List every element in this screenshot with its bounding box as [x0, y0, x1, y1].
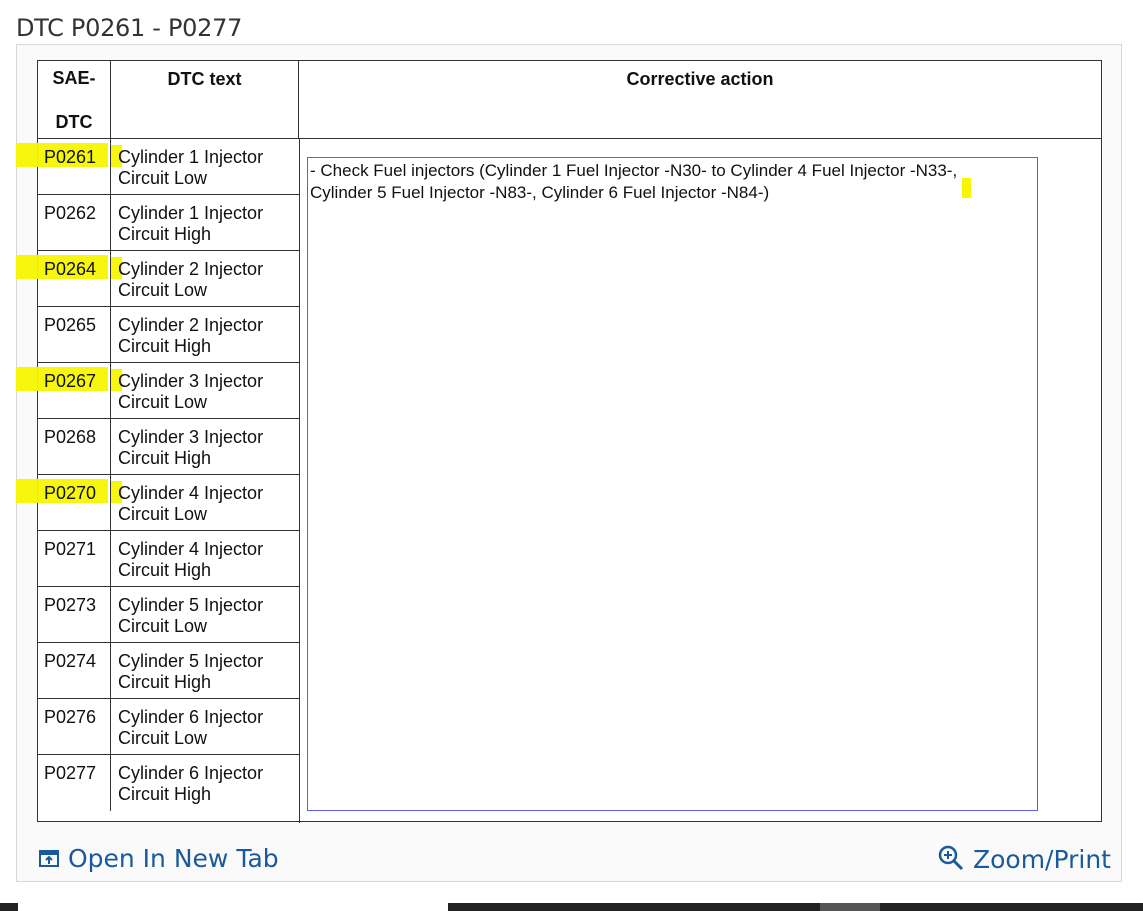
zoom-in-icon [937, 844, 965, 878]
table-row: P0276 Cylinder 6 Injector Circuit Low [38, 699, 299, 755]
table-row: P0270 Cylinder 4 Injector Circuit Low [16, 475, 299, 531]
table-row: P0274 Cylinder 5 Injector Circuit High [38, 643, 299, 699]
dtc-description-line1: Cylinder 3 Injector [118, 427, 264, 447]
open-in-new-tab-label: Open In New Tab [67, 844, 279, 873]
dtc-description-line2: Circuit Low [118, 616, 208, 636]
dtc-description-line2: Circuit High [118, 336, 212, 356]
header-corrective-action: Corrective action [299, 61, 1101, 139]
dtc-description-line2: Circuit Low [118, 728, 208, 748]
open-in-new-tab-icon [38, 846, 60, 875]
table-row: P0262 Cylinder 1 Injector Circuit High [38, 195, 299, 251]
dtc-description: Cylinder 2 Injector Circuit High [111, 307, 299, 357]
dtc-description: Cylinder 4 Injector Circuit Low [111, 475, 299, 525]
table-row: P0261 Cylinder 1 Injector Circuit Low [16, 139, 299, 195]
dtc-code: P0264 [38, 251, 111, 306]
dtc-description-line2: Circuit High [118, 224, 212, 244]
dtc-code: P0261 [38, 139, 111, 194]
dtc-code: P0276 [38, 699, 111, 754]
highlight-mark [962, 178, 971, 198]
dtc-description-line1: Cylinder 4 Injector [118, 539, 264, 559]
zoom-print-label: Zoom/Print [972, 845, 1111, 874]
dtc-description-line1: Cylinder 1 Injector [118, 203, 264, 223]
dtc-description-line1: Cylinder 6 Injector [118, 763, 264, 783]
dtc-description-line1: Cylinder 6 Injector [118, 707, 264, 727]
dtc-description: Cylinder 3 Injector Circuit Low [111, 363, 299, 413]
dtc-description-line2: Circuit Low [118, 168, 208, 188]
corrective-action-line1: - Check Fuel injectors (Cylinder 1 Fuel … [310, 161, 958, 180]
dtc-description-line2: Circuit Low [118, 392, 208, 412]
open-in-new-tab-link[interactable]: Open In New Tab [38, 844, 279, 875]
dtc-description-line1: Cylinder 5 Injector [118, 595, 264, 615]
corrective-action-line2: Cylinder 5 Fuel Injector -N83-, Cylinder… [310, 183, 770, 202]
table-row: P0268 Cylinder 3 Injector Circuit High [38, 419, 299, 475]
dtc-description-line1: Cylinder 2 Injector [118, 315, 264, 335]
table-row: P0273 Cylinder 5 Injector Circuit Low [38, 587, 299, 643]
corrective-action-text: - Check Fuel injectors (Cylinder 1 Fuel … [307, 157, 1038, 811]
dtc-code: P0277 [38, 755, 111, 811]
dtc-description: Cylinder 4 Injector Circuit High [111, 531, 299, 581]
dtc-description: Cylinder 2 Injector Circuit Low [111, 251, 299, 301]
dtc-code: P0273 [38, 587, 111, 642]
dtc-description: Cylinder 6 Injector Circuit Low [111, 699, 299, 749]
dtc-code: P0262 [38, 195, 111, 250]
dtc-description-line2: Circuit Low [118, 280, 208, 300]
dtc-code: P0267 [38, 363, 111, 418]
table-row: P0265 Cylinder 2 Injector Circuit High [38, 307, 299, 363]
dtc-code: P0274 [38, 643, 111, 698]
page-title: DTC P0261 - P0277 [16, 14, 243, 42]
horizontal-scrollbar[interactable] [0, 903, 1143, 911]
table-row: P0271 Cylinder 4 Injector Circuit High [38, 531, 299, 587]
header-sae-line1: SAE- [52, 68, 96, 88]
header-dtc-text: DTC text [111, 61, 299, 139]
dtc-description-line1: Cylinder 4 Injector [118, 483, 264, 503]
dtc-description-line2: Circuit Low [118, 504, 208, 524]
dtc-code: P0268 [38, 419, 111, 474]
dtc-description-line1: Cylinder 5 Injector [118, 651, 264, 671]
dtc-description: Cylinder 5 Injector Circuit Low [111, 587, 299, 637]
header-sae-dtc: SAE- DTC [38, 61, 111, 139]
dtc-description-line2: Circuit High [118, 672, 212, 692]
table-row: P0267 Cylinder 3 Injector Circuit Low [16, 363, 299, 419]
dtc-code: P0270 [38, 475, 111, 530]
dtc-description: Cylinder 6 Injector Circuit High [111, 755, 299, 805]
dtc-description-line1: Cylinder 2 Injector [118, 259, 264, 279]
dtc-description: Cylinder 1 Injector Circuit High [111, 195, 299, 245]
dtc-code: P0271 [38, 531, 111, 586]
dtc-description-line2: Circuit High [118, 560, 212, 580]
zoom-print-link[interactable]: Zoom/Print [937, 844, 1111, 878]
dtc-description-line2: Circuit High [118, 448, 212, 468]
dtc-description-line1: Cylinder 1 Injector [118, 147, 264, 167]
dtc-description: Cylinder 3 Injector Circuit High [111, 419, 299, 469]
dtc-description: Cylinder 1 Injector Circuit Low [111, 139, 299, 189]
dtc-description-line1: Cylinder 3 Injector [118, 371, 264, 391]
dtc-table: SAE- DTC DTC text Corrective action P026… [16, 60, 1102, 823]
dtc-code: P0265 [38, 307, 111, 362]
dtc-description: Cylinder 5 Injector Circuit High [111, 643, 299, 693]
header-sae-line2: DTC [55, 112, 93, 132]
table-row: P0277 Cylinder 6 Injector Circuit High [38, 755, 299, 811]
dtc-description-line2: Circuit High [118, 784, 212, 804]
table-row: P0264 Cylinder 2 Injector Circuit Low [16, 251, 299, 307]
